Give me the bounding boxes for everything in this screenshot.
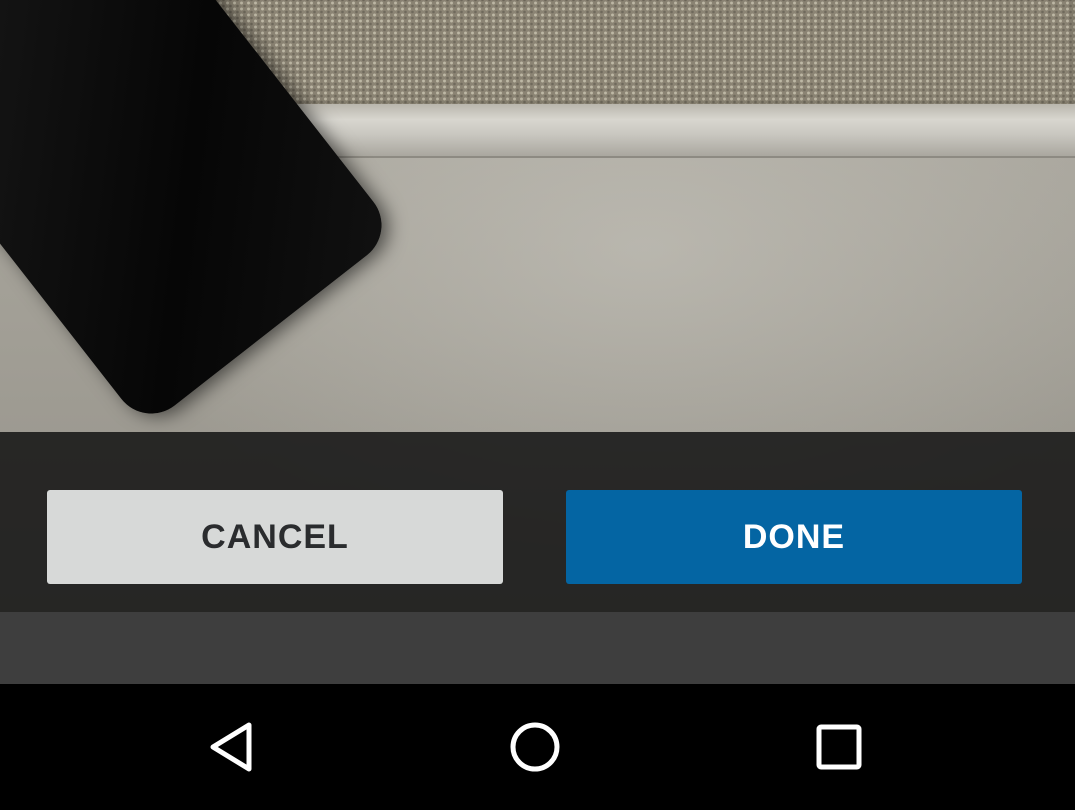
recents-button[interactable] — [809, 717, 869, 777]
home-circle-icon — [510, 722, 560, 772]
bottom-strip — [0, 612, 1075, 684]
recents-square-icon — [816, 724, 862, 770]
back-button[interactable] — [203, 717, 263, 777]
system-navigation-bar — [0, 684, 1075, 810]
cancel-button[interactable]: CANCEL — [47, 490, 503, 584]
done-button[interactable]: DONE — [566, 490, 1022, 584]
home-button[interactable] — [505, 717, 565, 777]
back-triangle-icon — [210, 722, 252, 772]
camera-confirm-screen: CANCEL DONE — [0, 0, 1075, 810]
action-bar: CANCEL DONE — [0, 432, 1075, 612]
